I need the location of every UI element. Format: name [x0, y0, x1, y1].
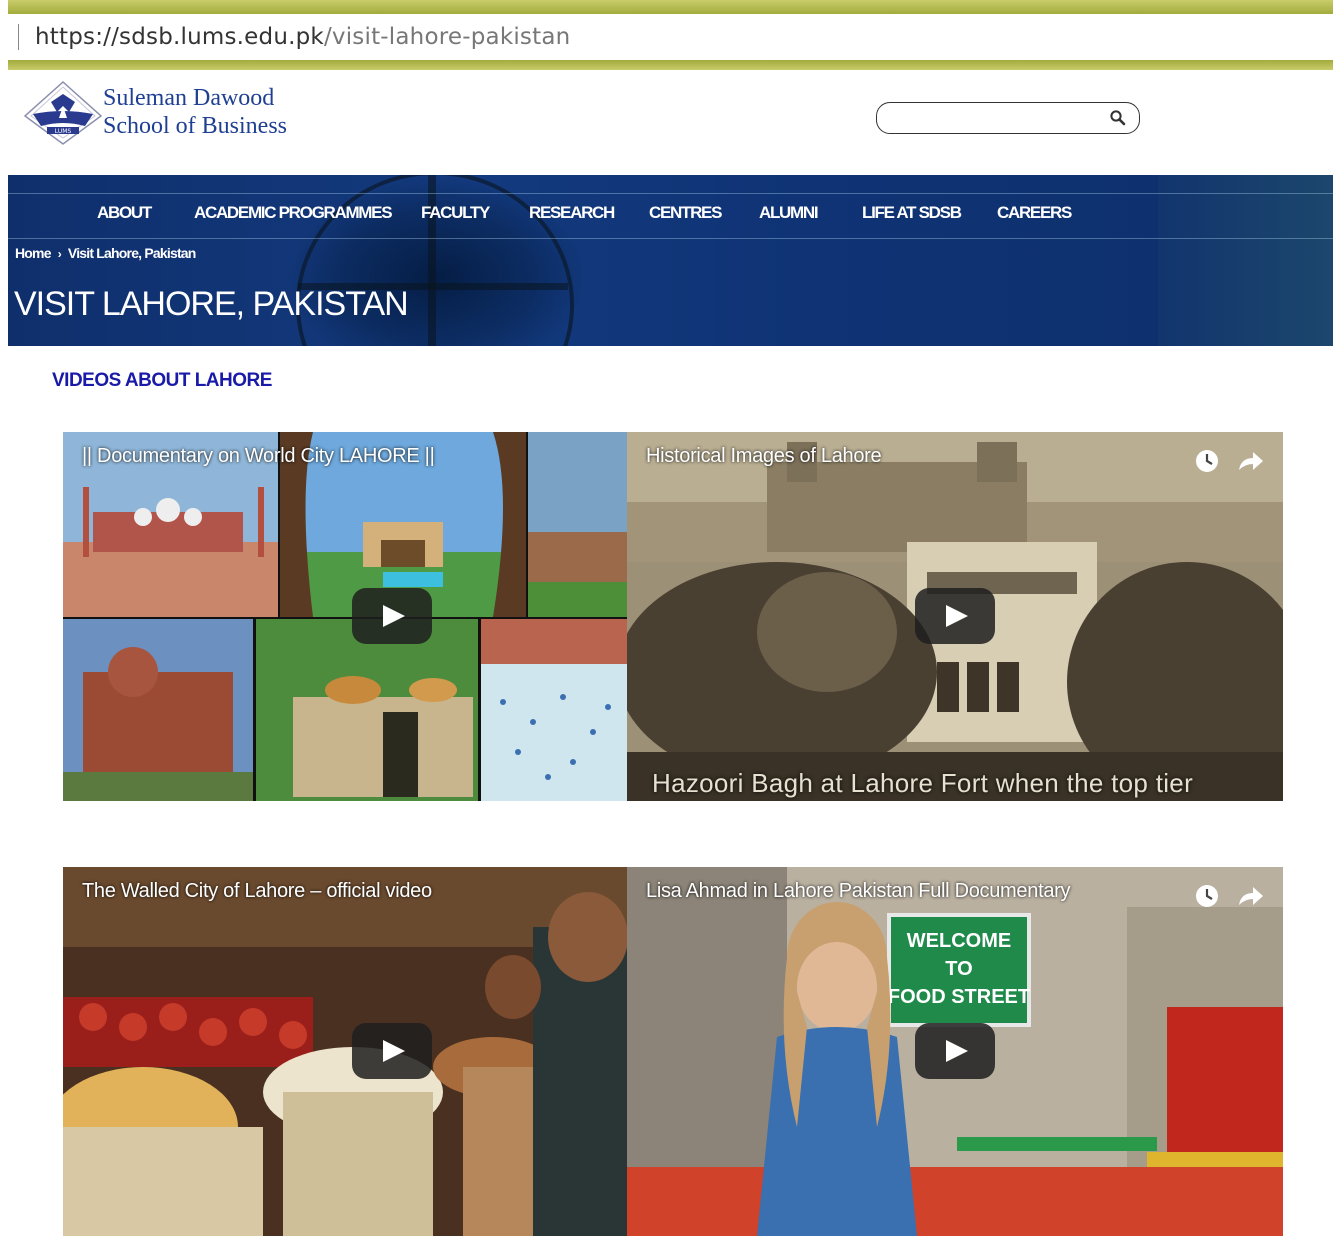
nav-item-academic-programmes[interactable]: ACADEMIC PROGRAMMES	[194, 203, 393, 223]
video-caption: Hazoori Bagh at Lahore Fort when the top…	[652, 768, 1194, 798]
breadcrumb: Home › Visit Lahore, Pakistan	[15, 245, 196, 261]
site-header: LUMS Suleman Dawood School of Business	[8, 70, 1333, 175]
play-button-icon[interactable]	[352, 1023, 432, 1079]
play-button-icon[interactable]	[352, 588, 432, 644]
logo-lettering: LUMS	[55, 128, 72, 135]
video-top-icons	[1196, 885, 1263, 907]
svg-text:WELCOME: WELCOME	[907, 930, 1011, 952]
brand-line-2: School of Business	[103, 113, 288, 139]
video-title[interactable]: Lisa Ahmad in Lahore Pakistan Full Docum…	[646, 880, 1071, 903]
video-title[interactable]: || Documentary on World City LAHORE ||	[82, 445, 435, 468]
nav-item-about[interactable]: ABOUT	[97, 203, 152, 223]
video-title[interactable]: The Walled City of Lahore – official vid…	[82, 880, 432, 903]
play-button-icon[interactable]	[915, 1023, 995, 1079]
nav-item-careers[interactable]: CAREERS	[997, 203, 1072, 223]
search-box[interactable]	[876, 102, 1140, 134]
breadcrumb-home[interactable]: Home	[15, 245, 51, 261]
video-embed-documentary[interactable]: || Documentary on World City LAHORE ||	[63, 432, 627, 801]
video-embed-historical-images[interactable]: Historical Images of Lahore Hazoori Bagh…	[627, 432, 1283, 801]
school-name[interactable]: Suleman Dawood School of Business	[103, 84, 287, 140]
svg-text:FOOD STREET: FOOD STREET	[888, 986, 1030, 1008]
video-thumbnail-collage	[63, 432, 627, 801]
brand-line-1: Suleman Dawood	[103, 85, 275, 111]
share-icon[interactable]	[1239, 452, 1263, 470]
url-host: https://sdsb.lums.edu.pk	[35, 24, 324, 50]
text-cursor	[18, 24, 19, 50]
nav-item-life-at-sdsb[interactable]: LIFE AT SDSB	[862, 203, 962, 223]
svg-text:TO: TO	[945, 958, 972, 980]
play-button-icon[interactable]	[915, 588, 995, 644]
video-thumbnail-market	[63, 867, 627, 1236]
address-bar[interactable]: https://sdsb.lums.edu.pk/visit-lahore-pa…	[8, 14, 1333, 60]
page-title: VISIT LAHORE, PAKISTAN	[14, 285, 409, 323]
video-top-icons	[1196, 450, 1263, 472]
video-title[interactable]: Historical Images of Lahore	[646, 445, 882, 468]
breadcrumb-current: Visit Lahore, Pakistan	[67, 245, 196, 261]
section-heading-videos: VIDEOS ABOUT LAHORE	[52, 370, 272, 391]
browser-bottom-stripe	[8, 60, 1333, 70]
search-icon[interactable]	[1109, 109, 1127, 127]
watch-later-icon[interactable]	[1196, 885, 1218, 907]
hero-banner: ABOUT ACADEMIC PROGRAMMES FACULTY RESEAR…	[8, 175, 1333, 346]
breadcrumb-separator: ›	[57, 247, 62, 261]
browser-top-stripe	[8, 0, 1333, 14]
lums-logo-icon[interactable]: LUMS	[23, 80, 103, 146]
main-nav: ABOUT ACADEMIC PROGRAMMES FACULTY RESEAR…	[8, 193, 1333, 239]
url-text[interactable]: https://sdsb.lums.edu.pk/visit-lahore-pa…	[35, 24, 570, 50]
url-path: /visit-lahore-pakistan	[323, 24, 571, 50]
nav-item-faculty[interactable]: FACULTY	[421, 203, 490, 223]
share-icon[interactable]	[1239, 887, 1263, 905]
video-embed-lisa-ahmad[interactable]: WELCOME TO FOOD STREET Lisa Ahmad in Lah…	[627, 867, 1283, 1236]
nav-item-centres[interactable]: CENTRES	[649, 203, 722, 223]
nav-item-research[interactable]: RESEARCH	[529, 203, 615, 223]
watch-later-icon[interactable]	[1196, 450, 1218, 472]
video-embed-walled-city[interactable]: The Walled City of Lahore – official vid…	[63, 867, 627, 1236]
nav-item-alumni[interactable]: ALUMNI	[759, 203, 819, 223]
